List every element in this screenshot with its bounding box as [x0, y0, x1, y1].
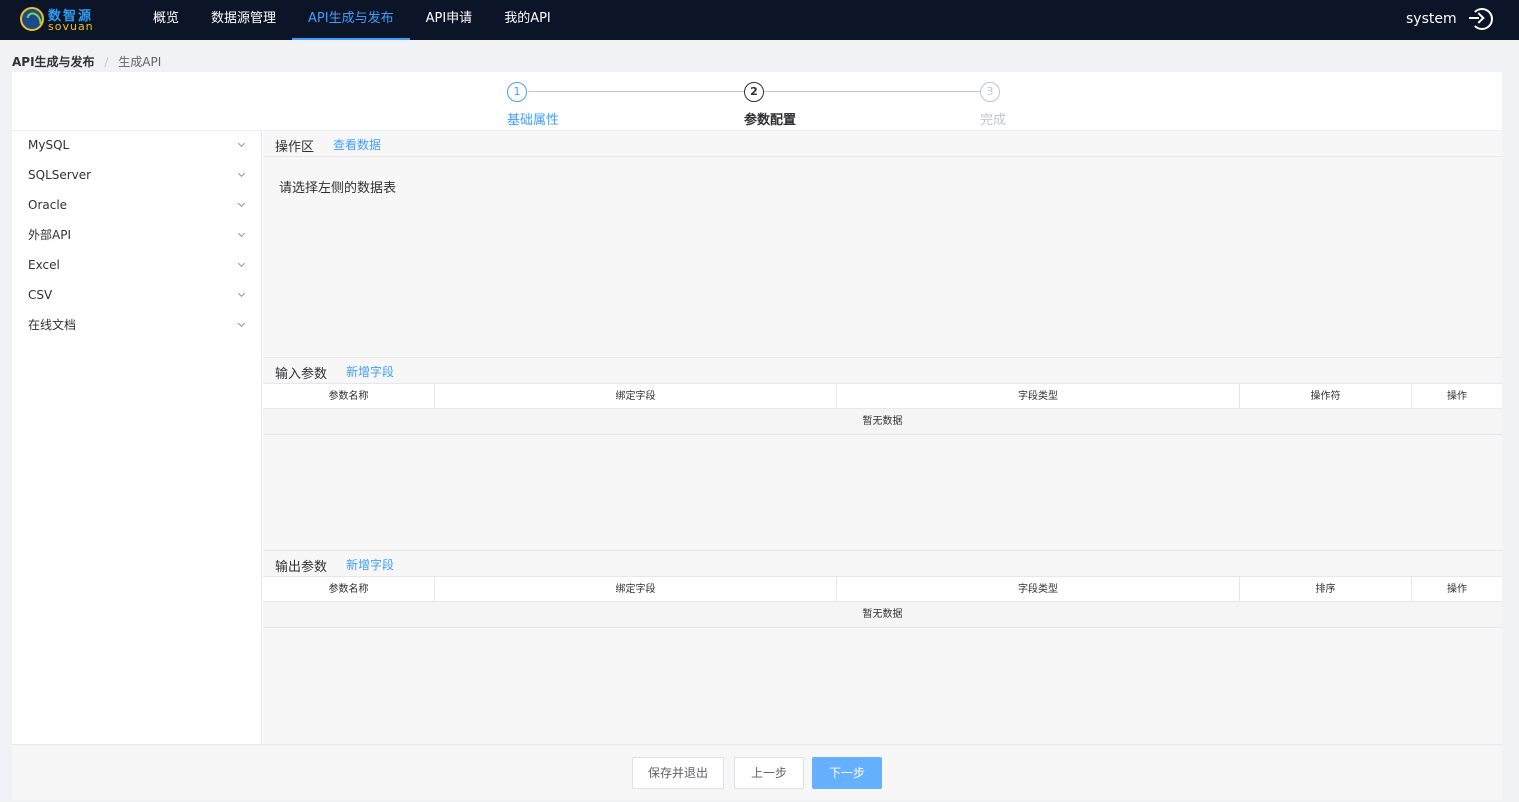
table-header: 参数名称 绑定字段 字段类型 操作符 操作 — [263, 383, 1502, 409]
nav-item-my-api[interactable]: 我的API — [488, 0, 567, 40]
chevron-down-icon — [237, 319, 246, 328]
user-name[interactable]: system — [1406, 11, 1457, 27]
chevron-down-icon — [237, 259, 246, 268]
sidebar-item-label: CSV — [28, 288, 53, 302]
nav-item-datasource[interactable]: 数据源管理 — [195, 0, 292, 40]
sidebar-item-external-api[interactable]: 外部API — [28, 225, 246, 245]
step-connector-1 — [528, 91, 753, 92]
column-header: 排序 — [1240, 577, 1412, 602]
operation-area: 请选择左侧的数据表 — [263, 156, 1502, 358]
step-1-label: 基础属性 — [507, 113, 560, 128]
breadcrumb-separator: / — [104, 55, 109, 69]
output-params-table: 参数名称 绑定字段 字段类型 排序 操作 暂无数据 — [263, 576, 1502, 628]
input-params-table: 参数名称 绑定字段 字段类型 操作符 操作 暂无数据 — [263, 383, 1502, 435]
next-step-button[interactable]: 下一步 — [812, 757, 882, 789]
logo-icon — [20, 7, 44, 31]
table-header: 参数名称 绑定字段 字段类型 排序 操作 — [263, 576, 1502, 602]
column-header: 参数名称 — [263, 577, 435, 602]
step-connector-2 — [764, 91, 988, 92]
logout-icon[interactable] — [1469, 8, 1493, 30]
sidebar-item-csv[interactable]: CSV — [28, 285, 246, 305]
input-add-field-link[interactable]: 新增字段 — [346, 363, 394, 380]
sidebar-item-label: 外部API — [28, 228, 71, 242]
main-nav: 概览 数据源管理 API生成与发布 API申请 我的API — [137, 0, 567, 40]
operation-hint: 请选择左侧的数据表 — [279, 181, 397, 196]
empty-row: 暂无数据 — [263, 602, 1502, 628]
step-3-icon: 3 — [980, 82, 1000, 102]
column-header: 操作 — [1447, 584, 1467, 595]
column-header: 绑定字段 — [435, 577, 837, 602]
chevron-down-icon — [237, 199, 246, 208]
brand-logo[interactable]: 数智源 sovuan — [20, 5, 100, 35]
footer-actions: 保存并退出 上一步 下一步 — [12, 744, 1502, 800]
sidebar-item-sqlserver[interactable]: SQLServer — [28, 165, 246, 185]
config-panel: 操作区 查看数据 请选择左侧的数据表 输入参数 新增字段 参数名称 绑定字段 字… — [263, 130, 1502, 744]
sidebar-item-online-doc[interactable]: 在线文档 — [28, 315, 246, 335]
sidebar-item-excel[interactable]: Excel — [28, 255, 246, 275]
sidebar-item-label: Oracle — [28, 198, 68, 212]
sidebar-item-mysql[interactable]: MySQL — [28, 135, 246, 155]
column-header: 参数名称 — [263, 384, 435, 409]
step-2-label: 参数配置 — [744, 113, 797, 128]
sidebar-item-oracle[interactable]: Oracle — [28, 195, 246, 215]
column-header: 操作符 — [1240, 384, 1412, 409]
nav-item-api-apply[interactable]: API申请 — [410, 0, 489, 40]
column-header: 操作 — [1447, 391, 1467, 402]
sidebar-item-label: 在线文档 — [28, 318, 77, 332]
save-exit-button[interactable]: 保存并退出 — [632, 757, 724, 789]
step-1-icon: 1 — [507, 82, 527, 102]
sidebar-item-label: Excel — [28, 258, 60, 272]
chevron-down-icon — [237, 289, 246, 298]
breadcrumb-item-current: 生成API — [118, 55, 162, 69]
column-header: 绑定字段 — [435, 384, 837, 409]
sidebar-item-label: MySQL — [28, 138, 70, 152]
column-header: 字段类型 — [837, 384, 1240, 409]
datasource-sidebar: MySQL SQLServer Oracle 外部API Excel CSV 在… — [12, 130, 262, 744]
output-add-field-link[interactable]: 新增字段 — [346, 556, 394, 573]
brand-name-en: sovuan — [48, 20, 94, 33]
nav-item-api-generate[interactable]: API生成与发布 — [292, 0, 410, 40]
nav-item-overview[interactable]: 概览 — [137, 0, 195, 40]
step-3-label: 完成 — [980, 113, 1007, 128]
breadcrumb: API生成与发布 / 生成API — [12, 53, 161, 70]
main-card: 1 基础属性 2 参数配置 3 完成 MySQL SQLServer Oracl… — [12, 72, 1502, 800]
view-data-link[interactable]: 查看数据 — [333, 136, 381, 153]
operation-area-title: 操作区 — [275, 140, 315, 155]
input-params-title: 输入参数 — [275, 367, 328, 382]
top-navbar: 数智源 sovuan 概览 数据源管理 API生成与发布 API申请 我的API… — [0, 0, 1519, 40]
output-params-title: 输出参数 — [275, 560, 328, 575]
breadcrumb-item-api-generate[interactable]: API生成与发布 — [12, 55, 95, 69]
chevron-down-icon — [237, 169, 246, 178]
step-2-icon: 2 — [744, 82, 764, 102]
sidebar-item-label: SQLServer — [28, 168, 92, 182]
chevron-down-icon — [237, 229, 246, 238]
section-divider — [263, 550, 1502, 551]
empty-row: 暂无数据 — [263, 409, 1502, 435]
prev-step-button[interactable]: 上一步 — [734, 757, 804, 789]
column-header: 字段类型 — [837, 577, 1240, 602]
chevron-down-icon — [237, 139, 246, 148]
